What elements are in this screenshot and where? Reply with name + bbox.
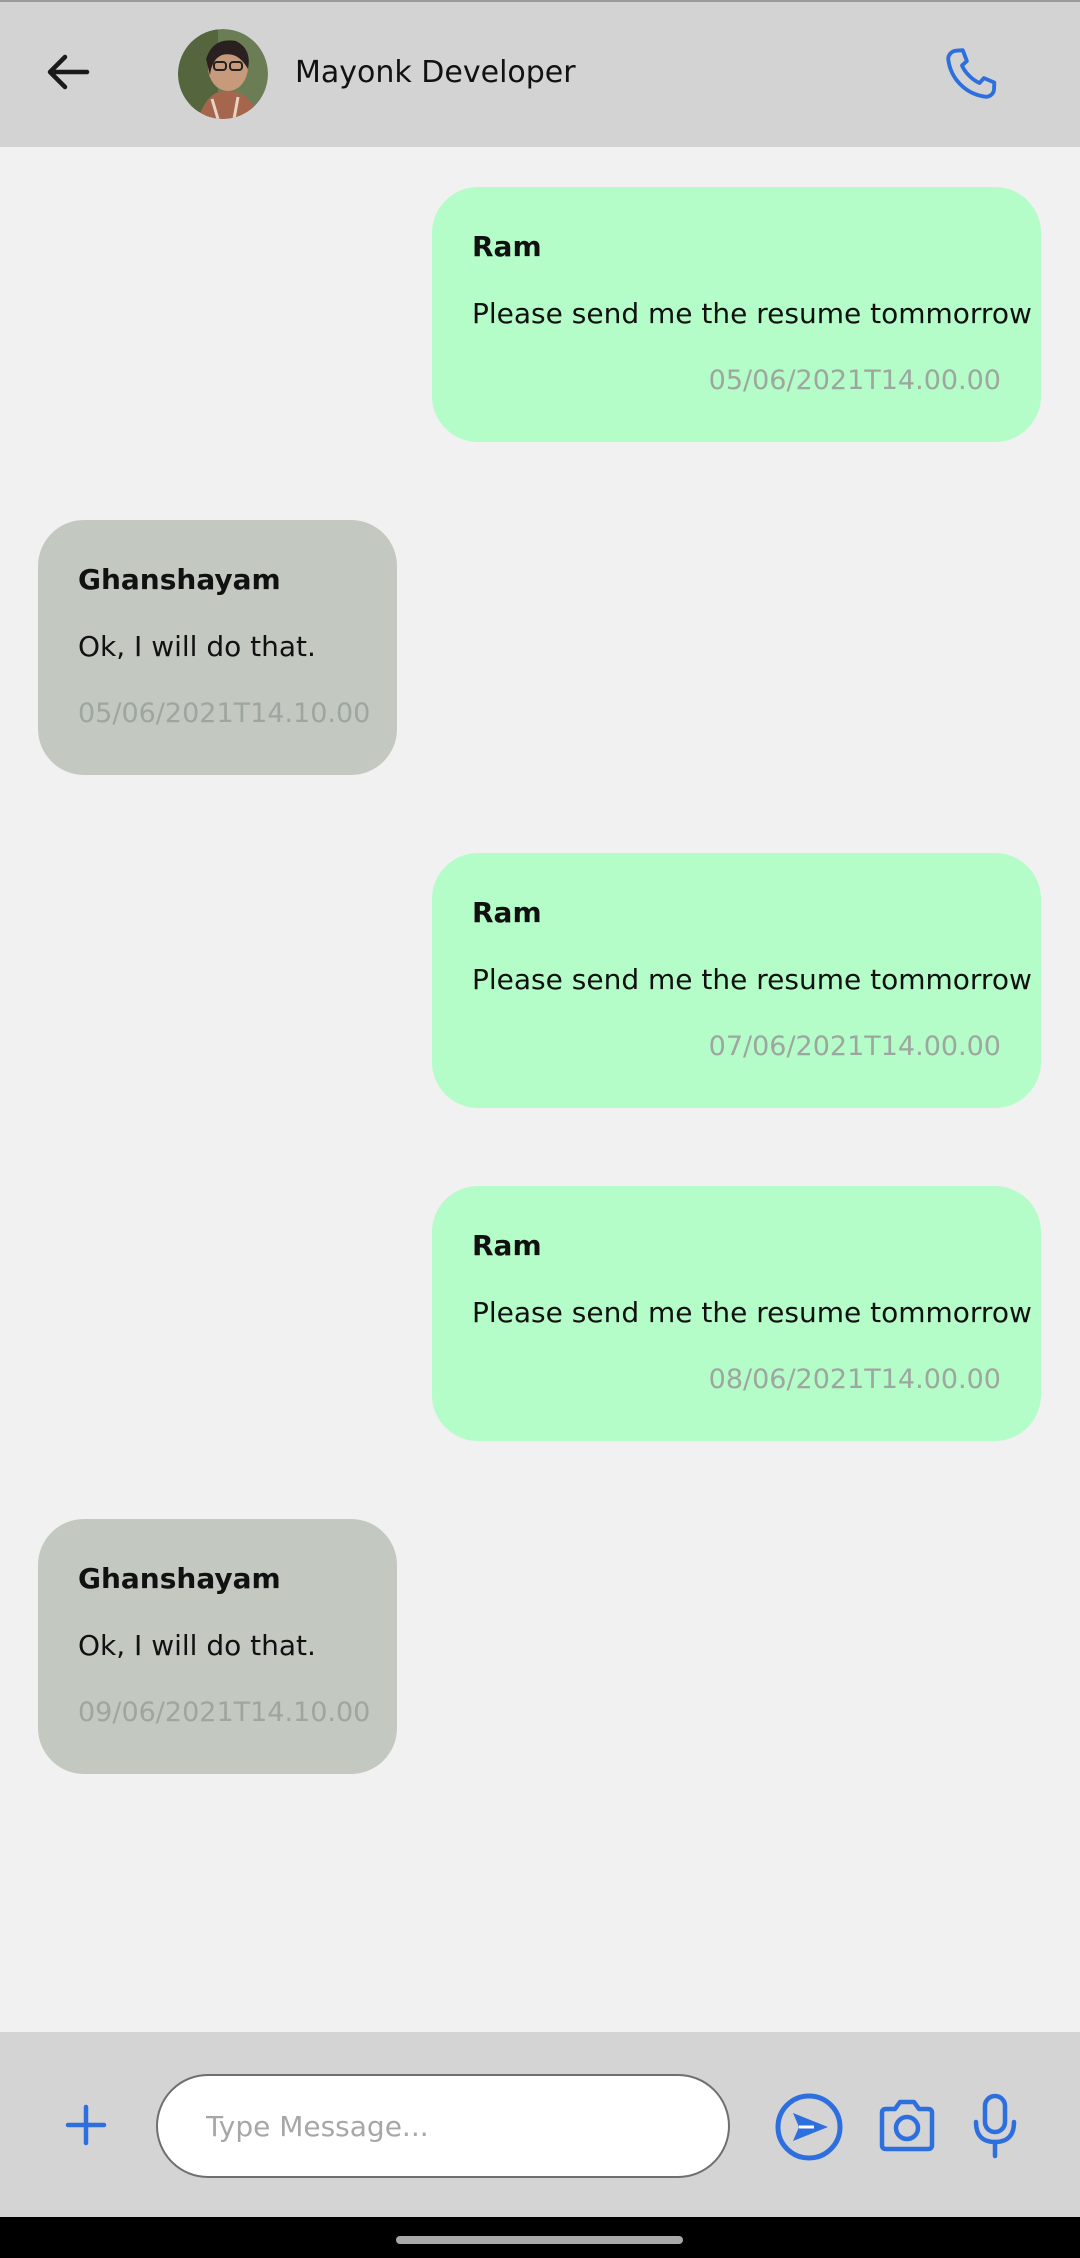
camera-icon[interactable] — [876, 2095, 938, 2157]
phone-icon[interactable] — [935, 40, 1005, 110]
home-indicator[interactable] — [396, 2236, 683, 2244]
message-bubble-outgoing[interactable]: Ram Please send me the resume tommorrow … — [432, 187, 1041, 442]
message-bubble-outgoing[interactable]: Ram Please send me the resume tommorrow … — [432, 853, 1041, 1108]
message-text: Please send me the resume tommorrow — [472, 963, 1032, 996]
message-text: Ok, I will do that. — [78, 1629, 316, 1662]
mic-icon[interactable] — [970, 2092, 1020, 2162]
send-icon[interactable] — [774, 2092, 844, 2162]
message-text: Ok, I will do that. — [78, 630, 316, 663]
message-sender: Ram — [472, 896, 542, 929]
message-timestamp: 09/06/2021T14.10.00 — [78, 1697, 371, 1728]
message-bubble-incoming[interactable]: Ghanshayam Ok, I will do that. 09/06/202… — [38, 1519, 397, 1774]
arrow-left-icon[interactable] — [38, 42, 98, 102]
message-input[interactable] — [156, 2074, 730, 2178]
message-sender: Ram — [472, 230, 542, 263]
message-sender: Ghanshayam — [78, 1562, 281, 1595]
contact-name[interactable]: Mayonk Developer — [295, 55, 576, 90]
message-bubble-incoming[interactable]: Ghanshayam Ok, I will do that. 05/06/202… — [38, 520, 397, 775]
message-timestamp: 05/06/2021T14.10.00 — [78, 698, 371, 729]
chat-header: Mayonk Developer — [0, 2, 1080, 147]
message-text: Please send me the resume tommorrow — [472, 1296, 1032, 1329]
message-list[interactable]: Ram Please send me the resume tommorrow … — [0, 147, 1080, 2032]
message-timestamp: 07/06/2021T14.00.00 — [708, 1031, 1001, 1062]
message-timestamp: 08/06/2021T14.00.00 — [708, 1364, 1001, 1395]
avatar[interactable] — [178, 29, 268, 119]
message-text: Please send me the resume tommorrow — [472, 297, 1032, 330]
message-sender: Ghanshayam — [78, 563, 281, 596]
plus-icon[interactable] — [58, 2097, 113, 2152]
message-timestamp: 05/06/2021T14.00.00 — [708, 365, 1001, 396]
message-bubble-outgoing[interactable]: Ram Please send me the resume tommorrow … — [432, 1186, 1041, 1441]
message-sender: Ram — [472, 1229, 542, 1262]
